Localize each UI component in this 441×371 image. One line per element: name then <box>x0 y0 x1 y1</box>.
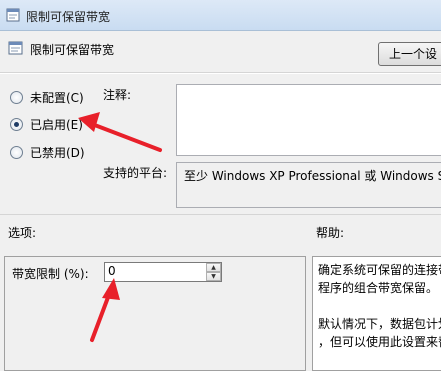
spin-down-button[interactable]: ▼ <box>206 272 221 281</box>
help-line: ，但可以使用此设置来替 <box>318 335 441 349</box>
bandwidth-limit-input[interactable]: 0 <box>104 262 222 282</box>
title-bar[interactable]: 限制可保留带宽 <box>0 0 441 31</box>
radio-not-configured[interactable]: 未配置(C) <box>10 88 84 106</box>
help-line: 程序的组合带宽保留。 <box>318 281 439 295</box>
help-line <box>318 297 441 315</box>
help-label: 帮助: <box>316 226 345 240</box>
section-divider <box>0 214 441 215</box>
radio-button[interactable] <box>10 145 23 159</box>
help-line: 确定系统可保留的连接带 <box>318 263 441 277</box>
arrow-to-enabled <box>78 112 162 152</box>
platform-field: 至少 Windows XP Professional 或 Windows S <box>176 162 441 208</box>
policy-setting-icon <box>8 41 23 55</box>
help-line: 默认情况下，数据包计划 <box>318 317 441 331</box>
radio-label: 未配置(C) <box>30 90 84 105</box>
radio-button[interactable] <box>10 90 23 104</box>
comment-label: 注释: <box>103 88 132 102</box>
setting-title: 限制可保留带宽 <box>30 43 115 57</box>
radio-button[interactable] <box>10 117 23 131</box>
window-title: 限制可保留带宽 <box>26 10 111 24</box>
radio-enabled[interactable]: 已启用(E) <box>10 115 83 133</box>
bandwidth-limit-label: 带宽限制 (%): <box>12 267 89 281</box>
radio-disabled[interactable]: 已禁用(D) <box>10 143 85 161</box>
header-divider <box>0 72 441 74</box>
options-label: 选项: <box>8 226 37 240</box>
help-pane[interactable]: 确定系统可保留的连接带 程序的组合带宽保留。 默认情况下，数据包计划 ，但可以使… <box>312 256 441 371</box>
radio-label: 已启用(E) <box>30 117 83 132</box>
spin-up-button[interactable]: ▲ <box>206 263 221 272</box>
radio-label: 已禁用(D) <box>30 145 85 160</box>
platform-label: 支持的平台: <box>103 166 168 180</box>
previous-setting-button[interactable]: 上一个设 <box>378 42 441 66</box>
bandwidth-spinner[interactable]: ▲ ▼ <box>206 263 221 281</box>
policy-window-icon <box>6 8 20 22</box>
comment-textarea[interactable] <box>176 84 441 156</box>
